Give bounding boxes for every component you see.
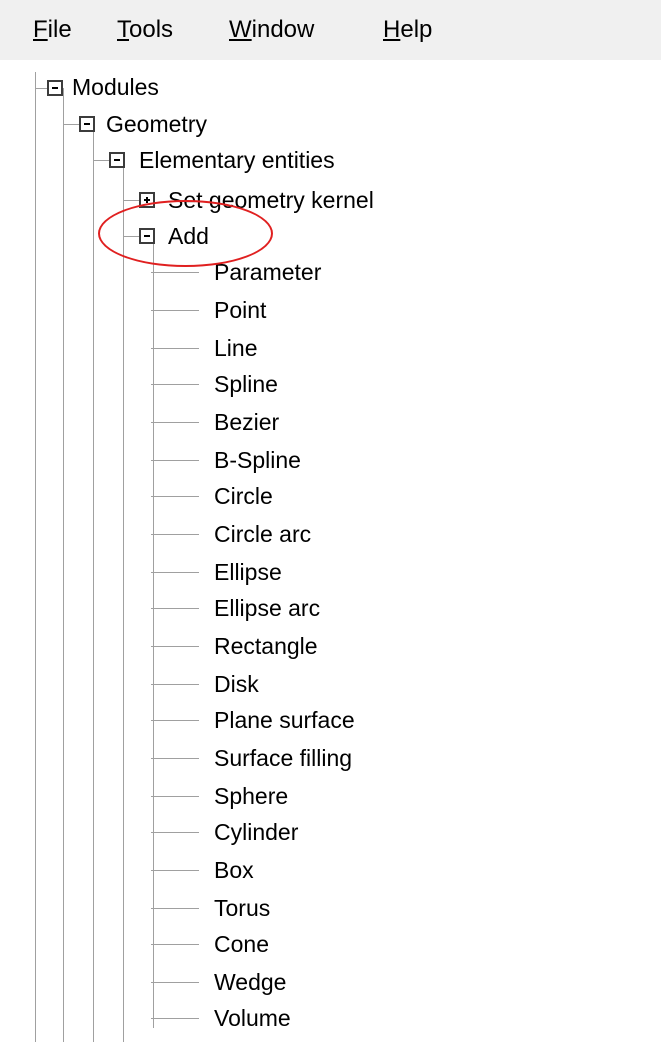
tree-leaf-label: Torus xyxy=(214,895,271,921)
menu-file-mnemonic: F xyxy=(33,16,48,43)
module-tree: Modules Geometry Elementary entities Set… xyxy=(0,60,661,1043)
menu-file-label: ile xyxy=(47,16,72,43)
tree-connector xyxy=(123,236,139,237)
menu-help-mnemonic: H xyxy=(383,16,401,43)
expand-icon[interactable] xyxy=(139,192,155,208)
tree-leaf-label: Circle arc xyxy=(214,521,312,547)
tree-connector xyxy=(93,160,109,161)
tree-node-label: Geometry xyxy=(106,111,207,137)
tree-connector xyxy=(151,384,199,385)
collapse-icon[interactable] xyxy=(139,228,155,244)
tree-connector xyxy=(151,720,199,721)
tree-connector xyxy=(151,832,199,833)
tree-connector xyxy=(151,460,199,461)
tree-guide xyxy=(63,88,64,1042)
tree-node-label: Modules xyxy=(72,74,159,100)
tree-connector xyxy=(151,496,199,497)
tree-guide xyxy=(153,244,154,1028)
tree-node-label: Elementary entities xyxy=(139,147,335,173)
tree-leaf-label: Circle xyxy=(214,483,273,509)
tree-connector xyxy=(151,796,199,797)
tree-connector xyxy=(151,870,199,871)
tree-leaf-label: Spline xyxy=(214,371,278,397)
tree-leaf-label: Parameter xyxy=(214,259,322,285)
tree-leaf-label: Sphere xyxy=(214,783,289,809)
tree-leaf-label: Ellipse xyxy=(214,559,282,585)
menu-help-label: elp xyxy=(400,16,433,43)
tree-leaf-label: Cone xyxy=(214,931,269,957)
tree-connector xyxy=(151,1018,199,1019)
tree-connector xyxy=(151,422,199,423)
tree-guide xyxy=(35,72,36,1042)
menu-bar: File Tools Window Help xyxy=(0,0,661,60)
menu-tools-label: ools xyxy=(129,16,174,43)
tree-leaf-label: Disk xyxy=(214,671,259,697)
collapse-icon[interactable] xyxy=(79,116,95,132)
menu-window-mnemonic: W xyxy=(229,16,252,43)
tree-connector xyxy=(151,944,199,945)
tree-leaf-label: Line xyxy=(214,335,258,361)
tree-leaf-label: Point xyxy=(214,297,267,323)
tree-guide xyxy=(123,162,124,1042)
tree-node-label: Set geometry kernel xyxy=(168,187,374,213)
tree-connector xyxy=(151,608,199,609)
tree-connector xyxy=(151,348,199,349)
tree-leaf-label: Ellipse arc xyxy=(214,595,321,621)
tree-leaf-label: Cylinder xyxy=(214,819,299,845)
tree-connector xyxy=(151,908,199,909)
menu-window-label: indow xyxy=(251,16,315,43)
tree-node-label: Add xyxy=(168,223,209,249)
tree-leaf-label: Rectangle xyxy=(214,633,318,659)
tree-connector xyxy=(151,310,199,311)
tree-connector xyxy=(151,684,199,685)
menu-tools[interactable]: Tools xyxy=(117,14,173,46)
menu-help[interactable]: Help xyxy=(383,14,432,46)
tree-connector xyxy=(151,982,199,983)
tree-leaf-label: Volume xyxy=(214,1005,291,1031)
tree-leaf-label: Box xyxy=(214,857,254,883)
collapse-icon[interactable] xyxy=(109,152,125,168)
tree-leaf-label: B-Spline xyxy=(214,447,301,473)
tree-leaf-label: Wedge xyxy=(214,969,287,995)
tree-leaf-label: Surface filling xyxy=(214,745,353,771)
menu-file[interactable]: File xyxy=(33,14,72,46)
tree-connector xyxy=(151,534,199,535)
tree-connector xyxy=(151,646,199,647)
collapse-icon[interactable] xyxy=(47,80,63,96)
tree-connector xyxy=(63,124,79,125)
tree-connector xyxy=(151,758,199,759)
tree-connector xyxy=(151,272,199,273)
tree-guide xyxy=(93,132,94,1042)
tree-leaf-label: Plane surface xyxy=(214,707,355,733)
tree-connector xyxy=(35,88,47,89)
tree-leaf-label: Bezier xyxy=(214,409,280,435)
tree-connector xyxy=(123,200,139,201)
menu-window[interactable]: Window xyxy=(229,14,314,46)
tree-connector xyxy=(151,572,199,573)
menu-tools-mnemonic: T xyxy=(117,16,129,43)
